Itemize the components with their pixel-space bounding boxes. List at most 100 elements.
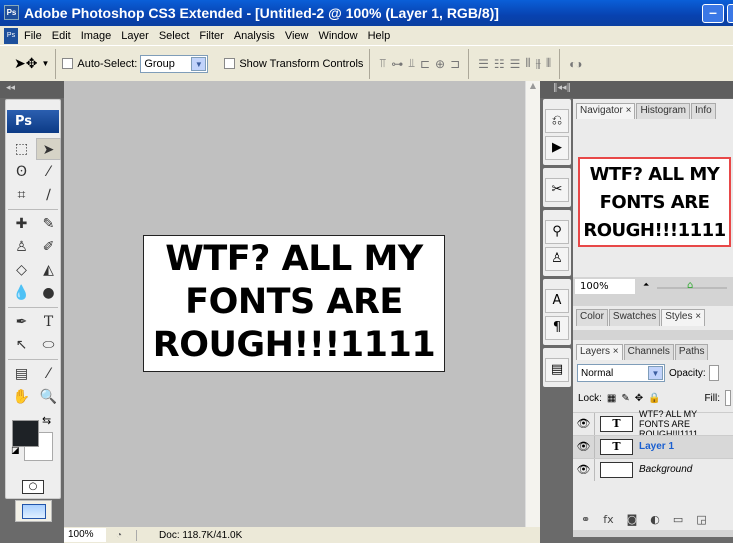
- vertical-scrollbar[interactable]: ▲: [525, 81, 540, 527]
- ps-document-icon[interactable]: Ps: [4, 27, 18, 44]
- tab-paths[interactable]: Paths: [674, 344, 709, 360]
- visibility-eye-icon[interactable]: 👁: [573, 436, 595, 458]
- menu-window[interactable]: Window: [318, 30, 357, 42]
- auto-select-dropdown[interactable]: Group ▼: [140, 54, 209, 73]
- blend-mode-dropdown[interactable]: Normal ▼: [577, 364, 665, 382]
- history-brush-tool-icon[interactable]: ✐: [36, 236, 61, 258]
- adjustment-icon[interactable]: ◐: [650, 513, 660, 526]
- path-selection-tool-icon[interactable]: ↖: [9, 334, 34, 356]
- align-left-icon[interactable]: ⊏: [420, 57, 430, 71]
- crop-tool-icon[interactable]: ⌗: [9, 184, 34, 206]
- tab-swatches[interactable]: Swatches: [608, 309, 661, 326]
- clone-stamp-tool-icon[interactable]: ♙: [9, 236, 34, 258]
- zoom-out-icon[interactable]: ⏶: [643, 280, 649, 290]
- tool-preset-dropdown[interactable]: ▼: [41, 59, 49, 68]
- distribute-vcenter-icon[interactable]: ☷: [494, 57, 505, 71]
- align-right-icon[interactable]: ⊐: [450, 57, 460, 71]
- actions-icon[interactable]: ▶: [545, 136, 569, 160]
- mask-icon[interactable]: ◙: [627, 513, 638, 526]
- menu-select[interactable]: Select: [159, 30, 190, 42]
- menu-image[interactable]: Image: [81, 30, 112, 42]
- marquee-tool-icon[interactable]: ⬚: [9, 138, 34, 160]
- layer-row[interactable]: 👁 T WTF? ALL MY FONTS ARE ROUGH!!!1111: [573, 409, 733, 439]
- navigator-thumbnail[interactable]: WTF? ALL MY FONTS ARE ROUGH!!!1111: [578, 157, 731, 247]
- opacity-field[interactable]: [708, 365, 719, 381]
- quick-mask-icon[interactable]: ○: [22, 480, 44, 494]
- visibility-eye-icon[interactable]: 👁: [573, 413, 595, 435]
- ellipse-tool-icon[interactable]: ⬭: [36, 334, 61, 356]
- align-vcenter-icon[interactable]: ⊶: [391, 57, 403, 71]
- navigator-zoom-field[interactable]: 100%: [575, 279, 635, 294]
- align-bottom-icon[interactable]: ⫫: [408, 56, 415, 71]
- brushes-icon[interactable]: ⚲: [545, 220, 569, 244]
- tab-histogram[interactable]: Histogram: [636, 103, 691, 119]
- swap-colors-icon[interactable]: ⇆: [42, 414, 51, 427]
- collapse-icon[interactable]: ‖◂◂‖: [553, 83, 571, 93]
- healing-brush-tool-icon[interactable]: ✚: [9, 213, 34, 235]
- clone-source-icon[interactable]: ♙: [545, 247, 569, 271]
- tab-layers[interactable]: Layers ×: [576, 344, 623, 360]
- eraser-tool-icon[interactable]: ◇: [9, 259, 34, 281]
- distribute-top-icon[interactable]: ☰: [478, 57, 489, 71]
- menu-analysis[interactable]: Analysis: [234, 30, 275, 42]
- dodge-tool-icon[interactable]: ●: [36, 282, 61, 304]
- zoom-field[interactable]: 100%: [64, 528, 106, 542]
- paragraph-icon[interactable]: ¶: [545, 316, 569, 340]
- menu-edit[interactable]: Edit: [52, 30, 71, 42]
- screen-mode-button[interactable]: [15, 500, 52, 522]
- link-icon[interactable]: ⚭: [581, 513, 590, 526]
- folder-icon[interactable]: ▭: [673, 513, 683, 526]
- auto-align-icon[interactable]: ◐◑: [569, 57, 582, 71]
- tab-channels[interactable]: Channels: [623, 344, 674, 360]
- menu-help[interactable]: Help: [368, 30, 391, 42]
- type-tool-icon[interactable]: T: [36, 311, 61, 333]
- layer-name[interactable]: Layer 1: [639, 442, 729, 452]
- minimize-button[interactable]: –: [702, 4, 724, 23]
- distribute-bottom-icon[interactable]: ☰: [510, 57, 521, 71]
- slice-tool-icon[interactable]: ∕: [36, 184, 61, 206]
- distribute-hcenter-icon[interactable]: ⫵: [535, 56, 540, 71]
- brush-tool-icon[interactable]: ✎: [36, 213, 61, 235]
- menu-view[interactable]: View: [285, 30, 309, 42]
- tab-info[interactable]: Info: [691, 103, 716, 119]
- show-transform-checkbox[interactable]: [224, 58, 236, 69]
- notes-tool-icon[interactable]: ▤: [9, 363, 34, 385]
- zoom-tool-icon[interactable]: 🔍: [36, 386, 61, 408]
- fx-icon[interactable]: fx: [603, 513, 613, 526]
- auto-select-checkbox[interactable]: [62, 58, 74, 69]
- hand-tool-icon[interactable]: ✋: [9, 386, 34, 408]
- layer-row[interactable]: 👁 Background: [573, 458, 733, 481]
- tool-presets-icon[interactable]: ✂: [545, 178, 569, 202]
- new-layer-icon[interactable]: ◲: [696, 513, 706, 526]
- lock-image-icon[interactable]: ✎: [621, 393, 629, 404]
- menu-file[interactable]: File: [24, 30, 42, 42]
- distribute-left-icon[interactable]: ⫴: [525, 56, 530, 71]
- layer-row[interactable]: 👁 T Layer 1: [573, 435, 733, 458]
- lasso-tool-icon[interactable]: ʘ: [9, 161, 34, 183]
- blur-tool-icon[interactable]: 💧: [9, 282, 34, 304]
- magic-wand-tool-icon[interactable]: ⁄: [36, 161, 61, 183]
- fill-field[interactable]: [725, 390, 731, 406]
- visibility-eye-icon[interactable]: 👁: [573, 459, 595, 481]
- lock-position-icon[interactable]: ✥: [635, 393, 643, 404]
- collapse-icon[interactable]: ◂◂: [6, 83, 15, 93]
- layer-name[interactable]: Background: [639, 465, 729, 475]
- tab-navigator[interactable]: Navigator ×: [576, 103, 636, 119]
- tab-styles[interactable]: Styles ×: [661, 309, 706, 326]
- align-hcenter-icon[interactable]: ⊕: [435, 57, 445, 71]
- layer-comps-icon[interactable]: ▤: [545, 358, 569, 382]
- align-top-icon[interactable]: ⫪: [379, 56, 386, 71]
- foreground-color-swatch[interactable]: [12, 420, 39, 447]
- move-tool-icon[interactable]: ➤✥: [14, 55, 37, 72]
- character-icon[interactable]: A: [545, 289, 569, 313]
- menu-layer[interactable]: Layer: [121, 30, 149, 42]
- pen-tool-icon[interactable]: ✒: [9, 311, 34, 333]
- status-menu-icon[interactable]: ◔: [116, 530, 122, 541]
- scroll-up-arrow[interactable]: ▲: [526, 81, 540, 90]
- lock-all-icon[interactable]: 🔒: [648, 393, 660, 404]
- maximize-button[interactable]: [727, 4, 733, 23]
- history-icon[interactable]: ⎌: [545, 109, 569, 133]
- menu-filter[interactable]: Filter: [199, 30, 223, 42]
- default-colors-icon[interactable]: ◪: [11, 446, 20, 456]
- distribute-right-icon[interactable]: ⫴: [546, 56, 551, 71]
